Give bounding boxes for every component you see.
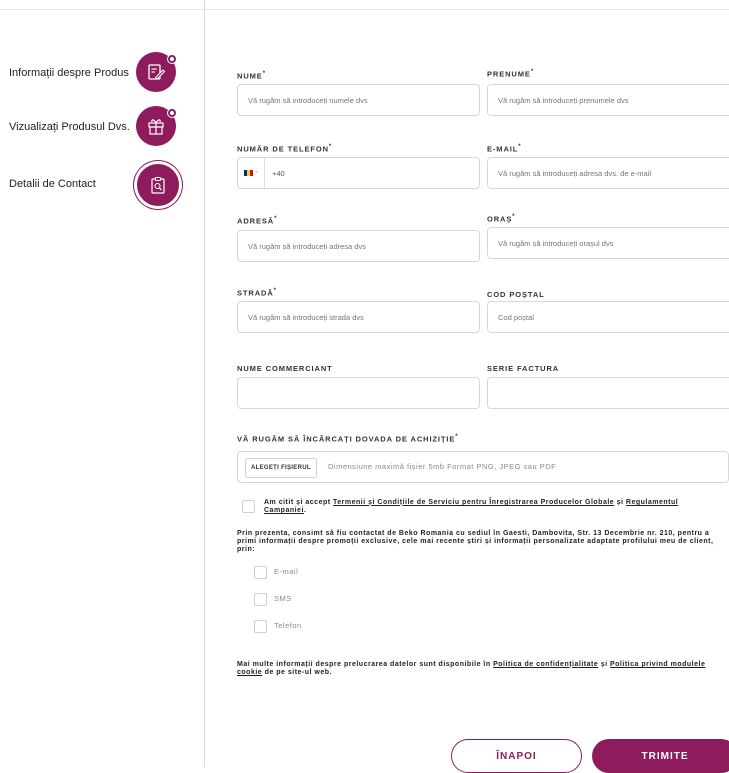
top-divider bbox=[0, 9, 729, 10]
telefon-consent-label: Telefon bbox=[274, 621, 302, 630]
email-consent-label: E-mail bbox=[274, 567, 299, 576]
telefon-consent-checkbox[interactable] bbox=[254, 620, 267, 633]
sms-consent-checkbox[interactable] bbox=[254, 593, 267, 606]
serie-factura-input[interactable] bbox=[487, 377, 729, 409]
prenume-label: PRENUME* bbox=[487, 69, 535, 79]
terms-checkbox[interactable] bbox=[242, 500, 255, 513]
serie-factura-label: SERIE FACTURA bbox=[487, 364, 560, 373]
country-selector[interactable]: - bbox=[238, 158, 265, 188]
privacy-text: Mai multe informații despre prelucrarea … bbox=[237, 661, 706, 676]
step-contact-details[interactable]: Detalii de Contact bbox=[0, 161, 204, 207]
terms-link[interactable]: Termenii și Condițiile de Serviciu pentr… bbox=[333, 499, 614, 506]
consent-text: Prin prezenta, consimt să fiu contactat … bbox=[237, 530, 714, 553]
step-view-product[interactable]: Vizualizați Produsul Dvs. bbox=[0, 105, 204, 151]
nume-label: NUME* bbox=[237, 71, 266, 81]
telefon-field: - bbox=[237, 157, 480, 189]
privacy-policy-link[interactable]: Politica de confidențialitate bbox=[493, 661, 598, 668]
email-input[interactable] bbox=[487, 157, 729, 189]
oras-label: ORAȘ* bbox=[487, 214, 516, 224]
terms-text: Am citit și accept Termenii și Condițiil… bbox=[264, 499, 679, 514]
upload-field: ALEGEȚI FIȘIERUL Dimensiune maximă fișie… bbox=[237, 451, 729, 483]
check-badge-icon bbox=[167, 54, 177, 64]
strada-label: STRADĂ* bbox=[237, 288, 277, 298]
step-label: Detalii de Contact bbox=[9, 178, 96, 190]
upload-hint: Dimensiune maximă fișier 5mb Format PNG,… bbox=[328, 462, 557, 471]
adresa-label: ADRESĂ* bbox=[237, 216, 278, 226]
sms-consent-label: SMS bbox=[274, 594, 292, 603]
cod-postal-label: COD POȘTAL bbox=[487, 290, 545, 299]
submit-button[interactable]: TRIMITE bbox=[592, 739, 729, 773]
sidebar-divider bbox=[204, 0, 205, 767]
nume-comerciant-label: NUME COMMERCIANT bbox=[237, 364, 333, 373]
upload-label: VĂ RUGĂM SĂ ÎNCĂRCAȚI DOVADA DE ACHIZIȚI… bbox=[237, 434, 459, 444]
check-badge-icon bbox=[167, 108, 177, 118]
telefon-label: NUMĂR DE TELEFON* bbox=[237, 144, 333, 154]
clipboard-search-icon bbox=[137, 164, 179, 206]
telefon-input[interactable] bbox=[272, 158, 472, 188]
choose-file-button[interactable]: ALEGEȚI FIȘIERUL bbox=[245, 458, 317, 478]
prenume-input[interactable] bbox=[487, 84, 729, 116]
step-label: Vizualizați Produsul Dvs. bbox=[9, 121, 130, 133]
adresa-input[interactable] bbox=[237, 230, 480, 262]
romania-flag-icon bbox=[244, 170, 254, 176]
country-code-separator: - bbox=[255, 169, 258, 176]
step-product-info[interactable]: Informații despre Produs bbox=[0, 52, 204, 98]
nume-comerciant-input[interactable] bbox=[237, 377, 480, 409]
cod-postal-input[interactable] bbox=[487, 301, 729, 333]
nume-input[interactable] bbox=[237, 84, 480, 116]
step-label: Informații despre Produs bbox=[9, 67, 129, 79]
email-label: E-MAIL* bbox=[487, 144, 522, 154]
email-consent-checkbox[interactable] bbox=[254, 566, 267, 579]
strada-input[interactable] bbox=[237, 301, 480, 333]
oras-input[interactable] bbox=[487, 227, 729, 259]
back-button[interactable]: ÎNAPOI bbox=[451, 739, 582, 773]
